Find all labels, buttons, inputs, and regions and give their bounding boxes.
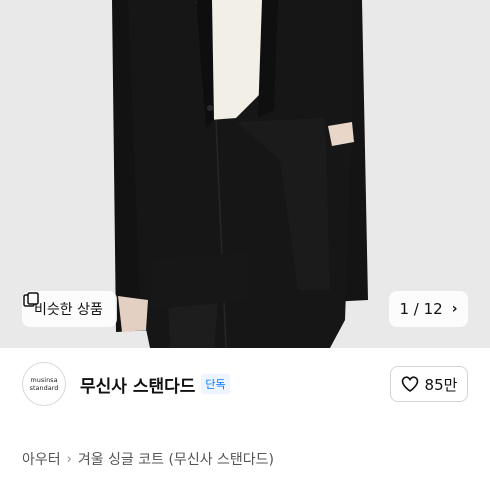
breadcrumb-category[interactable]: 아우터 — [22, 449, 61, 469]
brand-logo-text-1: musinsa — [30, 376, 58, 384]
exclusive-badge: 단독 — [201, 374, 230, 394]
image-pager[interactable]: 1 / 12 › — [389, 291, 468, 327]
breadcrumb-product[interactable]: 겨울 싱글 코트 (무신사 스탠다드) — [78, 449, 274, 469]
brand-logo[interactable]: musinsa standard — [22, 362, 66, 406]
pager-separator: / — [413, 300, 419, 318]
similar-items-icon — [23, 292, 39, 307]
product-image[interactable]: 비슷한 상품 1 / 12 › — [0, 0, 490, 348]
chevron-right-icon: › — [66, 451, 72, 467]
pager-total: 12 — [423, 300, 443, 318]
like-count: 85만 — [424, 375, 458, 394]
like-button[interactable]: 85만 — [390, 366, 468, 402]
brand-row: musinsa standard 무신사 스탠다드 단독 85만 — [22, 356, 468, 412]
brand-name[interactable]: 무신사 스탠다드 — [80, 372, 195, 397]
similar-products-button[interactable]: 비슷한 상품 — [22, 291, 117, 327]
chevron-right-icon[interactable]: › — [452, 301, 458, 317]
pager-counter: 1 / 12 — [399, 300, 442, 318]
breadcrumb: 아우터 › 겨울 싱글 코트 (무신사 스탠다드) — [22, 449, 274, 469]
pager-current: 1 — [399, 300, 410, 318]
similar-products-label: 비슷한 상품 — [34, 302, 103, 318]
brand-logo-text-2: standard — [29, 384, 59, 392]
product-title-cropped — [22, 482, 472, 490]
heart-icon — [401, 376, 418, 392]
